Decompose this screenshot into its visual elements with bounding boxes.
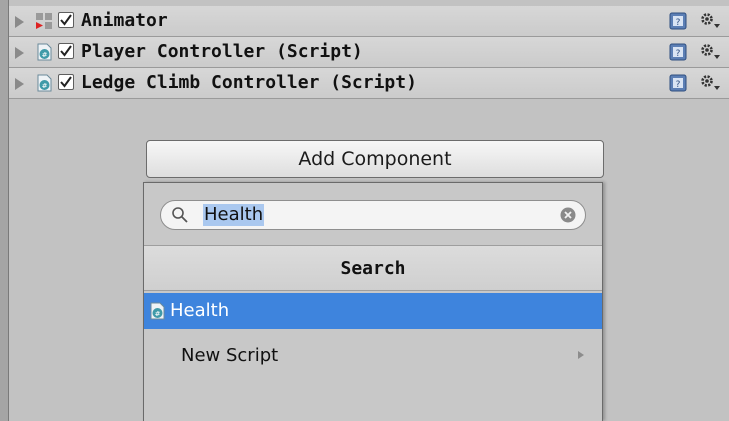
csharp-script-icon: #: [148, 302, 166, 320]
component-title: Player Controller (Script): [81, 41, 363, 62]
gear-icon[interactable]: [699, 73, 721, 93]
expand-arrow-icon[interactable]: [15, 47, 24, 59]
help-book-icon[interactable]: ?: [669, 12, 687, 30]
svg-text:?: ?: [676, 49, 681, 59]
search-icon: [171, 206, 189, 224]
svg-text:#: #: [42, 51, 48, 59]
svg-text:?: ?: [676, 18, 681, 28]
component-row-animator[interactable]: Animator ?: [9, 6, 729, 37]
svg-text:#: #: [155, 310, 161, 318]
submenu-arrow-icon: [578, 351, 584, 359]
enabled-checkbox[interactable]: [58, 74, 74, 90]
search-header: Search: [144, 245, 602, 291]
result-label: Health: [170, 300, 230, 321]
enabled-checkbox[interactable]: [58, 43, 74, 59]
component-title: Ledge Climb Controller (Script): [81, 72, 417, 93]
svg-text:?: ?: [676, 80, 681, 90]
inspector-left-edge: [0, 0, 9, 421]
add-component-popup: Health Search # Health New Script: [143, 182, 603, 421]
expand-arrow-icon[interactable]: [15, 16, 24, 28]
search-bar: Health: [144, 183, 602, 245]
gear-icon[interactable]: [699, 42, 721, 62]
csharp-script-icon: #: [35, 43, 53, 61]
svg-text:#: #: [42, 82, 48, 90]
result-item-health[interactable]: # Health: [144, 293, 602, 329]
gear-icon[interactable]: [699, 11, 721, 31]
component-row-ledge-climb-controller[interactable]: # Ledge Climb Controller (Script) ?: [9, 68, 729, 99]
expand-arrow-icon[interactable]: [15, 78, 24, 90]
animator-icon: [35, 12, 53, 30]
search-input[interactable]: Health: [160, 200, 586, 230]
help-book-icon[interactable]: ?: [669, 43, 687, 61]
result-label: New Script: [181, 345, 279, 366]
enabled-checkbox[interactable]: [58, 12, 74, 28]
component-row-player-controller[interactable]: # Player Controller (Script) ?: [9, 37, 729, 68]
add-component-button[interactable]: Add Component: [146, 140, 604, 178]
clear-search-icon[interactable]: [560, 207, 576, 223]
component-title: Animator: [81, 10, 168, 31]
result-item-new-script[interactable]: New Script: [144, 338, 602, 374]
help-book-icon[interactable]: ?: [669, 74, 687, 92]
csharp-script-icon: #: [35, 74, 53, 92]
search-query-text[interactable]: Health: [203, 204, 265, 226]
